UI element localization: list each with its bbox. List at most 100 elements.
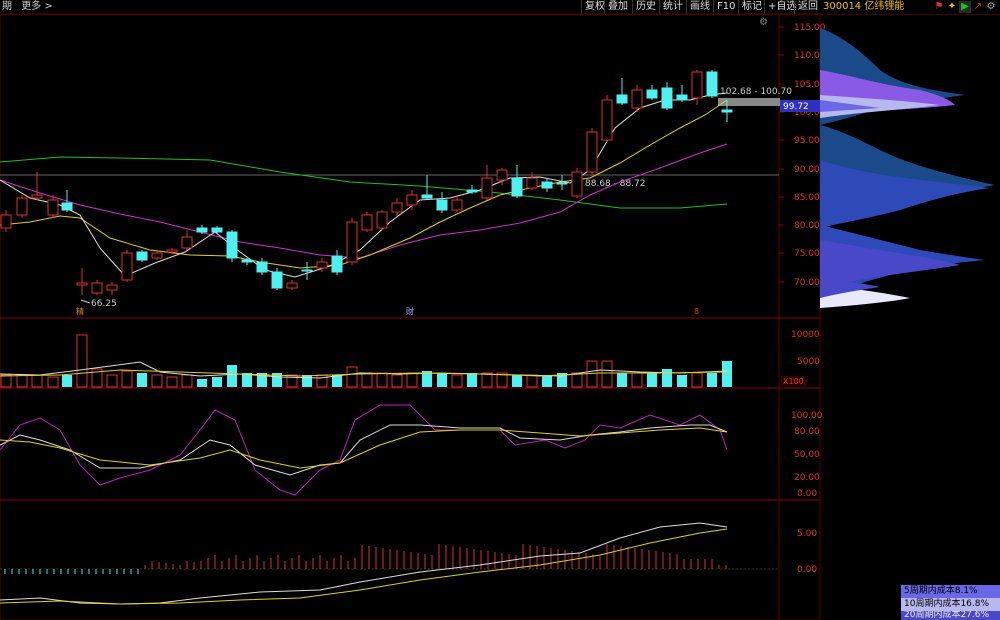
candle-body [256,261,268,273]
candle-body [646,89,658,99]
volume-bar [437,373,447,387]
macd-tick: 5.00 [797,529,817,539]
candle-body [76,282,88,286]
cost-legend-20: 20周期内成本27.6% [901,611,1000,620]
volume-bar [197,379,207,387]
event-marker-8[interactable]: 8 [694,307,699,316]
chart-settings-icon[interactable]: ⚙ [759,17,768,28]
volume-bar [316,374,328,388]
kdj-d-line [0,427,728,469]
low-point-pointer [80,299,91,304]
volume-tick: 10000 [791,330,820,340]
volume-bar [47,376,59,388]
kdj-tick: 20.00 [794,473,820,483]
kdj-tick: 80.00 [794,427,820,437]
volume-bar [121,370,133,388]
candle-body [406,194,418,206]
candle-body [271,271,283,289]
candle-body [346,221,358,263]
ma20-line [0,143,728,259]
candle-body [676,94,688,101]
volume-bar [691,372,703,388]
kdj-axis: 100.00 80.00 50.00 20.00 0.00 [791,411,823,499]
price-tick-marks [779,26,784,283]
kdj-tick: 100.00 [791,411,823,421]
kdj-tick: 0.00 [797,489,817,499]
volume-unit-label: X100 [783,377,804,386]
candle-body [211,227,223,233]
volume-bar [212,377,222,387]
volume-bar [662,369,672,387]
candle-body [0,214,12,229]
volume-bar [481,372,493,388]
price-tick: 80.00 [794,221,820,231]
volume-bar [512,375,522,387]
candle-body [61,202,73,211]
macd-dea-line [0,528,728,605]
volume-axis: 10000 5000 [791,330,820,367]
volume-bar [647,373,657,387]
candle-body [151,252,163,259]
candle-body [721,109,733,113]
low-point-label: 66.25 [91,299,117,309]
event-marker-cai[interactable]: 财 [406,306,414,316]
candle-body [331,255,343,273]
volume-bar [542,375,552,387]
cost-legend-10: 10周期内成本16.8% [901,598,1000,611]
candle-body [391,202,403,213]
volume-bar [406,372,418,388]
candle-body [706,71,718,97]
volume-bar [76,334,88,388]
candle-body [166,249,178,253]
volume-bar [151,374,163,388]
candle-body [586,131,598,173]
cost-legend-5: 5周期内成本8.1% [901,585,1000,598]
candle-body [301,269,313,272]
kdj-k-line [0,424,728,476]
chart-canvas: 115.00 110.00 105.00 100.00 95.00 90.00 … [0,13,995,620]
volume-bar [526,374,538,388]
candle-body [601,99,613,141]
candle-body [661,87,673,109]
volume-bar [346,366,358,388]
candle-body [481,177,493,199]
volume-bar [617,373,627,387]
candle-body [571,171,583,197]
chip-distribution [820,28,995,308]
volume-bar [16,374,28,388]
volume-bar [707,373,717,387]
candle-body [466,189,478,193]
volume-bar [137,373,147,387]
volume-bar [376,372,388,388]
price-tick: 70.00 [794,278,820,288]
candle-body [616,94,628,104]
candle-body [541,181,553,189]
volume-bar [722,361,732,387]
candle-body [121,252,133,281]
volume-bar [391,374,403,388]
event-marker-jing[interactable]: 精 [76,306,84,316]
candle-body [241,259,253,263]
macd-tick: 0.00 [797,565,817,575]
volume-bar [166,376,178,388]
volume-bar [451,374,463,388]
candle-body [47,199,59,216]
price-tick: 75.00 [794,249,820,259]
candle-body [451,199,463,211]
candle-body [691,71,703,99]
volume-bar [631,372,643,388]
volume-bar [302,375,312,387]
volume-bar [0,374,12,388]
volume-bar [31,374,43,388]
candle-body [316,261,328,269]
candle-body [526,177,538,189]
volume-bar [677,375,687,387]
macd-dif-line [0,522,728,605]
kdj-j-line [0,404,728,496]
volume-bar [361,372,373,388]
candle-body [511,177,523,197]
price-tick: 85.00 [794,193,820,203]
volume-bars [0,334,732,388]
candle-body [286,282,298,289]
volume-bar [62,375,72,387]
